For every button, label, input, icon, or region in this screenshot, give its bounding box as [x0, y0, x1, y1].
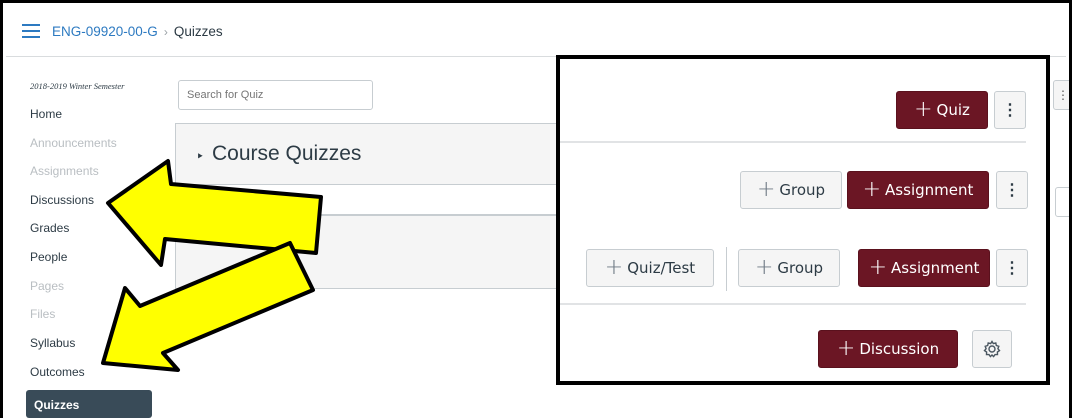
- quizzes-list-row: [175, 185, 615, 215]
- add-group-button-2[interactable]: + Group: [738, 249, 840, 287]
- sidebar-item-pages[interactable]: Pages: [30, 279, 64, 293]
- sidebar-item-quizzes[interactable]: Quizzes: [26, 390, 152, 418]
- quizzes-list-body: [175, 215, 615, 289]
- sidebar-item-home[interactable]: Home: [30, 107, 62, 121]
- sidebar-item-assignments[interactable]: Assignments: [30, 164, 99, 178]
- course-quizzes-title: Course Quizzes: [212, 142, 362, 165]
- add-discussion-button[interactable]: + Discussion: [818, 330, 958, 368]
- add-assignment-label: Assignment: [891, 259, 980, 277]
- screenshot-frame: ENG-09920-00-G › Quizzes 2018-2019 Winte…: [0, 0, 1072, 418]
- background-button[interactable]: [1055, 187, 1069, 217]
- breadcrumb-current-page: Quizzes: [173, 24, 223, 39]
- divider: [560, 303, 1026, 305]
- add-quiztest-label: Quiz/Test: [627, 259, 696, 277]
- search-input[interactable]: [178, 80, 373, 110]
- add-discussion-label: Discussion: [859, 340, 940, 358]
- plus-icon: +: [862, 177, 882, 202]
- term-label: 2018-2019 Winter Semester: [30, 81, 125, 91]
- sidebar-item-announcements[interactable]: Announcements: [30, 136, 117, 150]
- sidebar-item-label: Quizzes: [34, 398, 80, 412]
- breadcrumb-separator-icon: ›: [163, 24, 168, 39]
- add-group-label: Group: [777, 259, 824, 277]
- sidebar-item-people[interactable]: People: [30, 250, 67, 264]
- sidebar-item-discussions[interactable]: Discussions: [30, 193, 94, 207]
- sidebar-item-syllabus[interactable]: Syllabus: [30, 336, 75, 350]
- course-quizzes-header: ‣ Course Quizzes: [175, 123, 615, 185]
- add-assignment-button[interactable]: + Assignment: [847, 171, 989, 209]
- vertical-separator: [726, 247, 727, 291]
- breadcrumb: ENG-09920-00-G › Quizzes: [52, 24, 223, 39]
- button-variants-callout: + Quiz ⋮ + Group + Assignment ⋮ + Quiz/T…: [556, 55, 1050, 385]
- sidebar-item-files[interactable]: Files: [30, 307, 55, 321]
- add-group-label: Group: [779, 181, 826, 199]
- add-quiz-label: Quiz: [936, 101, 970, 119]
- plus-icon: +: [836, 336, 856, 361]
- assignment-kebab-icon-2[interactable]: ⋮: [996, 249, 1028, 287]
- top-bar: ENG-09920-00-G › Quizzes: [6, 6, 1066, 57]
- settings-gear-icon[interactable]: [972, 330, 1012, 368]
- sidebar-item-grades[interactable]: Grades: [30, 221, 69, 235]
- plus-icon: +: [756, 177, 776, 202]
- add-assignment-label: Assignment: [885, 181, 974, 199]
- breadcrumb-course-link[interactable]: ENG-09920-00-G: [52, 24, 158, 39]
- plus-icon: +: [914, 97, 933, 122]
- gear-icon: [983, 340, 1001, 358]
- hamburger-icon[interactable]: [22, 24, 40, 38]
- assignment-kebab-icon[interactable]: ⋮: [996, 171, 1028, 209]
- plus-icon: +: [604, 255, 624, 280]
- add-quiz-button[interactable]: + Quiz: [896, 91, 988, 129]
- sidebar-item-outcomes[interactable]: Outcomes: [30, 365, 85, 379]
- background-kebab-icon[interactable]: ⋮: [1053, 80, 1069, 110]
- add-assignment-button-2[interactable]: + Assignment: [858, 249, 990, 287]
- plus-icon: +: [868, 255, 888, 280]
- plus-icon: +: [754, 255, 774, 280]
- collapse-toggle-icon[interactable]: ‣: [196, 148, 204, 165]
- course-nav-sidebar: 2018-2019 Winter Semester Home Announcem…: [6, 58, 156, 418]
- add-group-button[interactable]: + Group: [740, 171, 842, 209]
- quiz-kebab-icon[interactable]: ⋮: [994, 91, 1026, 129]
- add-quiztest-button[interactable]: + Quiz/Test: [586, 249, 714, 287]
- divider: [560, 141, 1026, 143]
